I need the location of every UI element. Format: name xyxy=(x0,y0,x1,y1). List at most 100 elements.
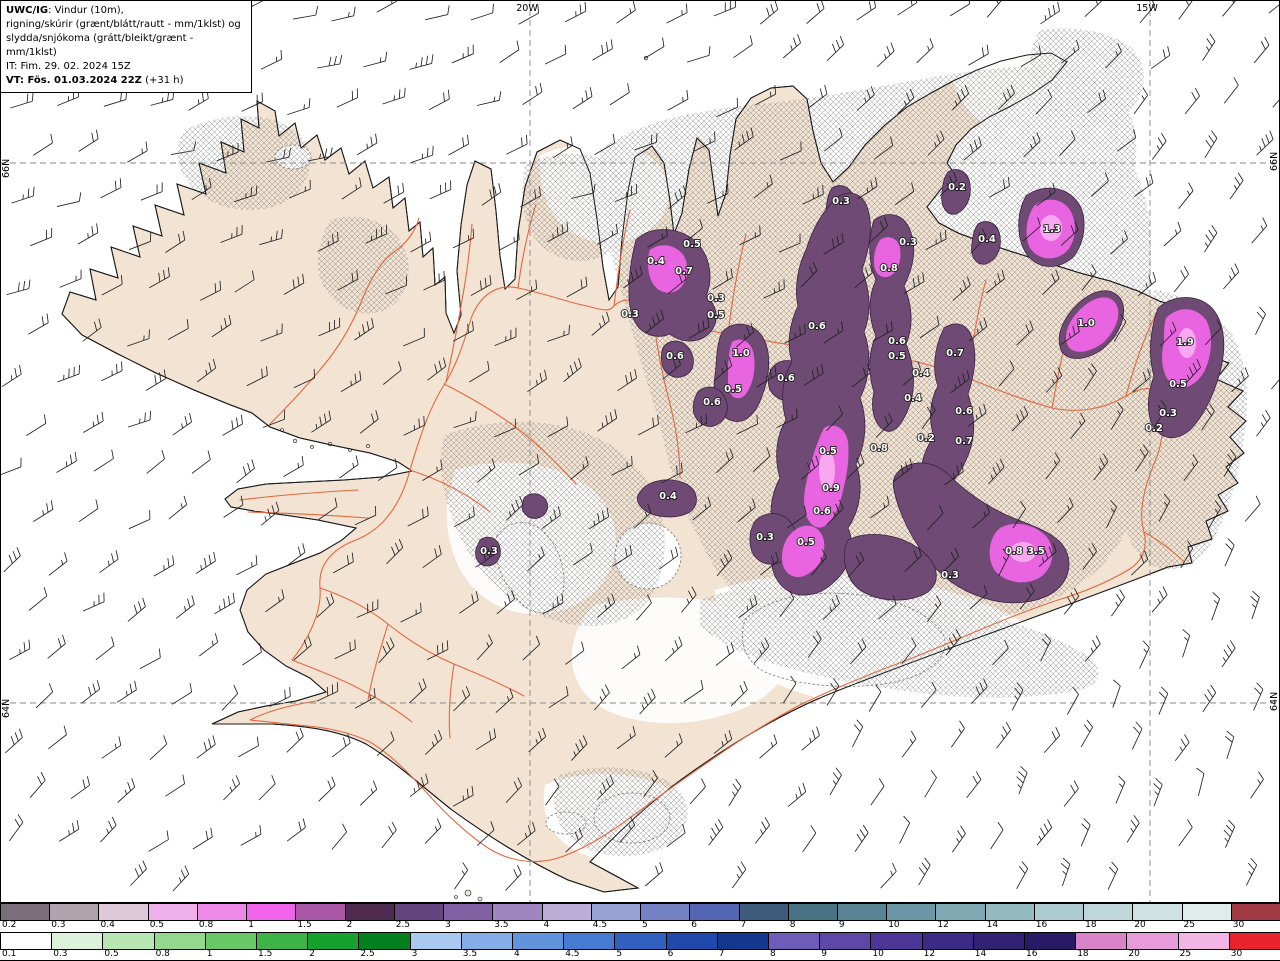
legend-tick-label: 12 xyxy=(923,949,936,959)
legend: 0.2 0.3 0.4 0.5 0.8 1 1.5 2 2.5 3 3.5 4 4.5 5 6 7 8 9 10 12… xyxy=(0,903,1280,960)
legend-tick-label: 20 xyxy=(1128,949,1140,959)
precip-value-label: 1.9 xyxy=(1176,337,1194,348)
graticule-label: 15W xyxy=(1136,3,1158,14)
legend-tick-label: 25 xyxy=(1179,949,1192,959)
graticule-label: 66N xyxy=(1,159,12,178)
legend-segment xyxy=(563,933,615,949)
legend-tick-label: 16 xyxy=(1026,949,1038,959)
precip-value-label: 0.4 xyxy=(659,491,677,502)
legend-rain-bar xyxy=(0,932,1280,950)
legend-tick-label: 14 xyxy=(974,949,987,959)
legend-tick-label: 7 xyxy=(718,949,725,959)
legend-segment xyxy=(492,904,542,920)
title-line-snow: slydda/snjókoma (grátt/bleikt/grænt - mm… xyxy=(6,33,194,58)
precip-value-label: 0.5 xyxy=(797,537,815,548)
legend-segment xyxy=(1075,933,1127,949)
precip-value-label: 0.6 xyxy=(777,373,795,384)
precip-value-label: 0.3 xyxy=(707,293,725,304)
legend-segment xyxy=(886,904,936,920)
valid-time: VT: Fös. 01.03.2024 22Z (+31 h) xyxy=(6,74,246,88)
graticule-label: 64N xyxy=(1,699,12,718)
legend-segment xyxy=(614,933,666,949)
precip-value-label: 0.8 xyxy=(870,443,888,454)
precip-value-label: 0.6 xyxy=(813,506,831,517)
precip-value-label: 0.2 xyxy=(948,182,966,193)
legend-tick-label: 0.5 xyxy=(104,949,119,959)
legend-tick-label: 9 xyxy=(838,920,845,930)
legend-tick-label: 3.5 xyxy=(462,949,478,959)
legend-segment xyxy=(460,933,513,949)
legend-tick-label: 2.5 xyxy=(395,920,411,930)
legend-segment xyxy=(819,933,871,949)
precip-value-label: 0.3 xyxy=(480,546,498,557)
legend-segment xyxy=(787,904,837,920)
legend-segment xyxy=(393,904,444,920)
valid-time-bold: VT: Fös. 01.03.2024 22Z xyxy=(6,75,142,86)
legend-tick-label: 20 xyxy=(1134,920,1146,930)
legend-tick-label: 5 xyxy=(642,920,648,930)
legend-tick-label: 6 xyxy=(667,949,674,959)
precip-value-label: 0.8 xyxy=(880,263,898,274)
legend-tick-label: 25 xyxy=(1183,920,1195,930)
graticule-label: 20W xyxy=(516,3,538,14)
precip-value-label: 3.5 xyxy=(1027,546,1045,557)
legend-segment xyxy=(1177,933,1229,949)
legend-segment xyxy=(768,933,820,949)
precip-value-label: 0.7 xyxy=(946,348,964,359)
valid-time-offset: (+31 h) xyxy=(141,75,184,86)
legend-segment xyxy=(358,933,410,949)
legend-segment xyxy=(98,904,148,920)
precip-value-label: 0.5 xyxy=(724,384,742,395)
legend-tick-label: 0.1 xyxy=(2,949,17,959)
legend-tick-label: 30 xyxy=(1230,949,1243,959)
legend-segment xyxy=(49,904,99,920)
legend-segment xyxy=(541,904,591,920)
legend-segment xyxy=(665,933,717,949)
legend-segment xyxy=(1033,904,1084,920)
map-canvas: 0.3 0.2 0.4 1.3 0.5 0.4 0.7 0.3 0.8 0.3 0.5 0.3 1.0 0… xyxy=(0,0,1280,903)
precip-value-label: 0.7 xyxy=(955,436,973,447)
precip-value-label: 0.5 xyxy=(888,351,906,362)
weather-map-page: 0.3 0.2 0.4 1.3 0.5 0.4 0.7 0.3 0.8 0.3 0.5 0.3 1.0 0… xyxy=(0,0,1280,961)
legend-tick-label: 2 xyxy=(309,949,315,959)
precip-value-label: 0.4 xyxy=(647,256,665,267)
legend-segment xyxy=(51,933,103,949)
legend-segment xyxy=(836,904,887,920)
precip-value-label: 0.6 xyxy=(703,397,721,408)
legend-segment xyxy=(256,933,308,949)
legend-tick-label: 0.8 xyxy=(198,920,214,930)
model-name: UWC/IG xyxy=(6,5,49,16)
precip-value-label: 0.4 xyxy=(912,368,930,379)
legend-tick-label: 1 xyxy=(206,949,213,959)
legend-segment xyxy=(984,904,1034,920)
precip-value-label: 0.2 xyxy=(917,433,935,444)
precip-value-label: 1.3 xyxy=(1043,224,1061,235)
legend-tick-label: 4.5 xyxy=(592,920,608,930)
legend-tick-label: 30 xyxy=(1232,920,1245,930)
legend-segment xyxy=(204,933,257,949)
legend-segment xyxy=(716,933,769,949)
legend-segment xyxy=(590,904,641,920)
legend-segment xyxy=(738,904,788,920)
graticule-label: 66N xyxy=(1269,152,1280,171)
legend-tick-label: 0.8 xyxy=(155,949,170,959)
legend-tick-label: 0.3 xyxy=(51,920,66,930)
legend-segment xyxy=(1181,904,1231,920)
precip-value-label: 0.5 xyxy=(707,310,725,321)
legend-tick-label: 1.5 xyxy=(297,920,312,930)
graticule-label: 64N xyxy=(1269,692,1280,711)
precip-value-label: 0.4 xyxy=(978,234,996,245)
title-box: UWC/IG: Vindur (10m), rigning/skúrir (gr… xyxy=(0,0,252,93)
precip-value-label: 0.5 xyxy=(1169,379,1187,390)
precip-value-label: 0.3 xyxy=(899,237,917,248)
precip-value-label: 0.6 xyxy=(808,321,826,332)
init-time: IT: Fim. 29. 02. 2024 15Z xyxy=(6,61,131,72)
legend-tick-label: 8 xyxy=(789,920,796,930)
legend-rain-labels: 0.1 0.3 0.5 0.8 1 1.5 2 2.5 3 3.5 4 4.5 5 6 7 8 9 10 12 14 1… xyxy=(0,949,1280,961)
legend-tick-label: 9 xyxy=(821,949,827,959)
legend-tick-label: 16 xyxy=(1035,920,1048,930)
legend-segment xyxy=(1126,933,1178,949)
legend-tick-label: 4.5 xyxy=(565,949,580,959)
variable-label: : Vindur (10m), xyxy=(48,5,124,16)
precip-value-label: 1.0 xyxy=(732,348,750,359)
